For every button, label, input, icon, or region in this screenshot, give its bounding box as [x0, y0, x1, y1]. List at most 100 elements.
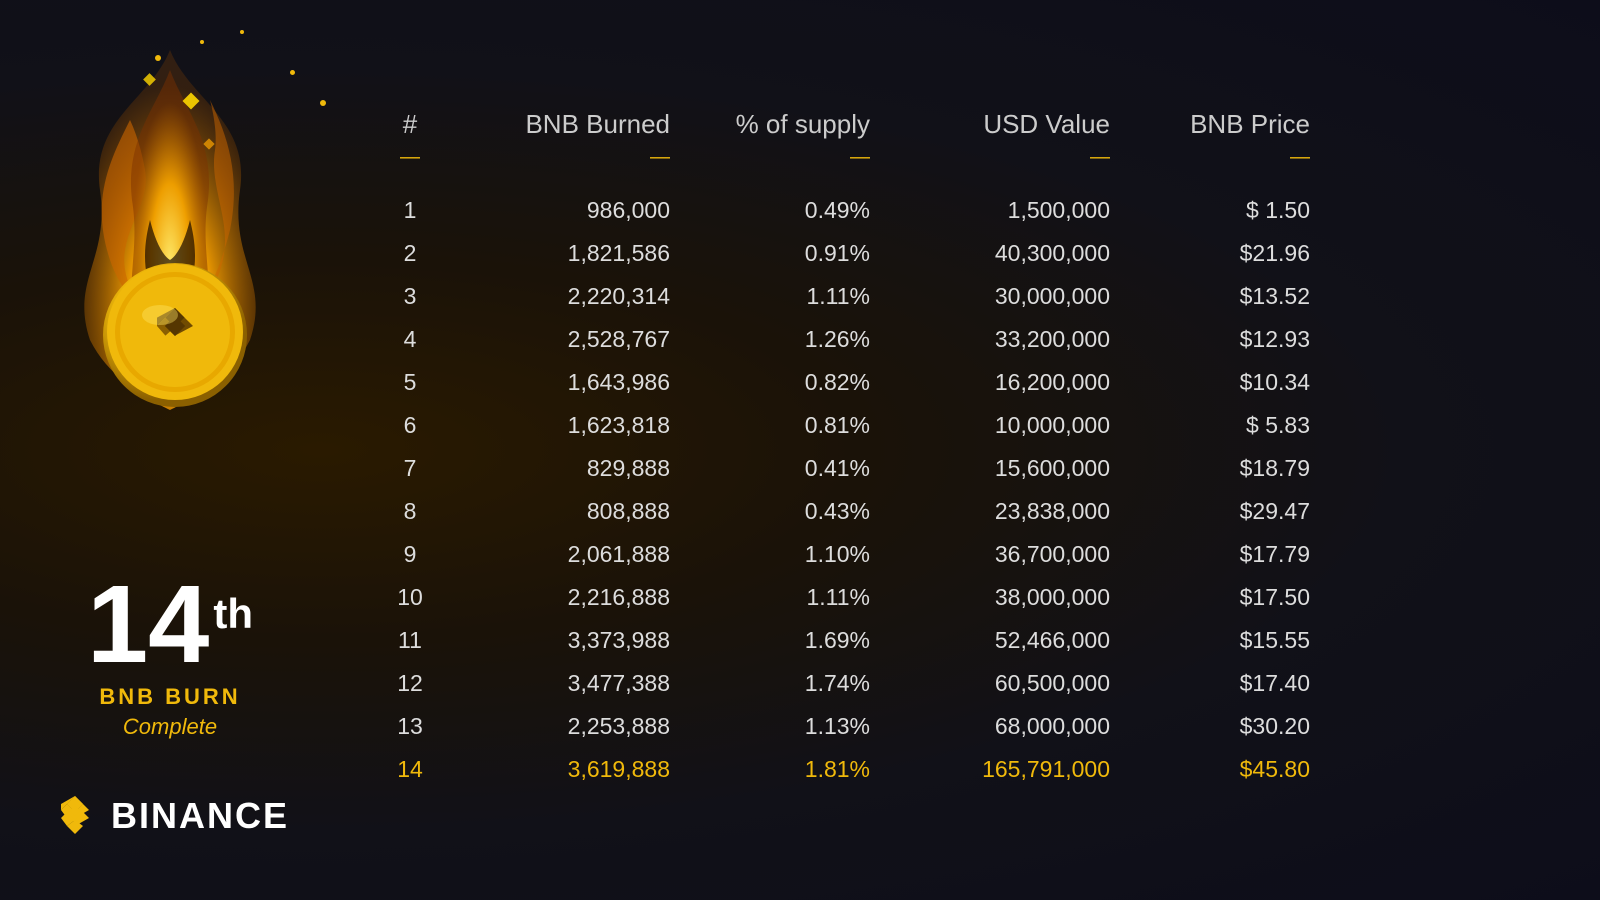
table-cell: 0.43% [680, 496, 880, 527]
table-cell: 0.91% [680, 238, 880, 269]
table-header: # BNB Burned % of supply USD Value BNB P… [360, 109, 1540, 140]
table-cell: 10 [360, 582, 460, 613]
table-cell: $45.80 [1120, 754, 1320, 785]
table-row: 7829,8880.41%15,600,000$18.79 [360, 447, 1540, 490]
table-cell: 3 [360, 281, 460, 312]
bnb-burn-info: 14 th BNB BURN Complete [0, 570, 340, 740]
table-cell: 6 [360, 410, 460, 441]
table-row: 143,619,8881.81%165,791,000$45.80 [360, 748, 1540, 791]
table-cell: 1.26% [680, 324, 880, 355]
flame-area [0, 20, 340, 440]
table-cell: 33,200,000 [880, 324, 1120, 355]
table-row: 42,528,7671.26%33,200,000$12.93 [360, 318, 1540, 361]
table-row: 123,477,3881.74%60,500,000$17.40 [360, 662, 1540, 705]
div-1: — [460, 146, 680, 169]
table-cell: 165,791,000 [880, 754, 1120, 785]
burn-number: 14 [87, 570, 209, 680]
table-cell: 60,500,000 [880, 668, 1120, 699]
table-cell: 10,000,000 [880, 410, 1120, 441]
table-cell: 1,643,986 [460, 367, 680, 398]
table-cell: 1.81% [680, 754, 880, 785]
table-cell: $29.47 [1120, 496, 1320, 527]
table-cell: 68,000,000 [880, 711, 1120, 742]
header-num: # [360, 109, 460, 140]
table-cell: 52,466,000 [880, 625, 1120, 656]
right-panel: # BNB Burned % of supply USD Value BNB P… [340, 0, 1600, 900]
header-price: BNB Price [1120, 109, 1320, 140]
table-cell: 0.41% [680, 453, 880, 484]
table-row: 8808,8880.43%23,838,000$29.47 [360, 490, 1540, 533]
left-panel: 14 th BNB BURN Complete BINANCE [0, 0, 340, 900]
table-cell: 0.81% [680, 410, 880, 441]
table-cell: 36,700,000 [880, 539, 1120, 570]
table-cell: $17.79 [1120, 539, 1320, 570]
binance-text: BINANCE [111, 795, 289, 837]
table-cell: 1.74% [680, 668, 880, 699]
table-cell: 3,373,988 [460, 625, 680, 656]
burn-label: BNB BURN [0, 684, 340, 710]
table-cell: 30,000,000 [880, 281, 1120, 312]
table-cell: 808,888 [460, 496, 680, 527]
table-cell: $10.34 [1120, 367, 1320, 398]
table-cell: 1,821,586 [460, 238, 680, 269]
table-cell: 8 [360, 496, 460, 527]
div-2: — [680, 146, 880, 169]
table-cell: 13 [360, 711, 460, 742]
table-cell: $15.55 [1120, 625, 1320, 656]
burn-number-display: 14 th [0, 570, 340, 680]
table-cell: 16,200,000 [880, 367, 1120, 398]
table-row: 92,061,8881.10%36,700,000$17.79 [360, 533, 1540, 576]
table-cell: $18.79 [1120, 453, 1320, 484]
table-row: 61,623,8180.81%10,000,000$ 5.83 [360, 404, 1540, 447]
table-cell: 2,253,888 [460, 711, 680, 742]
table-cell: $17.40 [1120, 668, 1320, 699]
table-cell: $13.52 [1120, 281, 1320, 312]
div-4: — [1120, 146, 1320, 169]
table-row: 113,373,9881.69%52,466,000$15.55 [360, 619, 1540, 662]
table-cell: $12.93 [1120, 324, 1320, 355]
table-row: 132,253,8881.13%68,000,000$30.20 [360, 705, 1540, 748]
header-usd: USD Value [880, 109, 1120, 140]
table-row: 1986,0000.49%1,500,000$ 1.50 [360, 189, 1540, 232]
binance-icon [51, 792, 99, 840]
table-cell: 1,623,818 [460, 410, 680, 441]
table-cell: $21.96 [1120, 238, 1320, 269]
header-burned: BNB Burned [460, 109, 680, 140]
table-cell: 2,528,767 [460, 324, 680, 355]
table-cell: 2 [360, 238, 460, 269]
table-cell: 2,216,888 [460, 582, 680, 613]
table-cell: 9 [360, 539, 460, 570]
table-cell: 1.11% [680, 582, 880, 613]
table-cell: $ 1.50 [1120, 195, 1320, 226]
table-cell: 5 [360, 367, 460, 398]
table-cell: 1.11% [680, 281, 880, 312]
table-cell: $17.50 [1120, 582, 1320, 613]
table-cell: 0.82% [680, 367, 880, 398]
table-cell: 0.49% [680, 195, 880, 226]
table-body: 1986,0000.49%1,500,000$ 1.5021,821,5860.… [360, 189, 1540, 791]
header-supply: % of supply [680, 109, 880, 140]
table-cell: 40,300,000 [880, 238, 1120, 269]
table-cell: $30.20 [1120, 711, 1320, 742]
table-cell: $ 5.83 [1120, 410, 1320, 441]
div-3: — [880, 146, 1120, 169]
table-cell: 829,888 [460, 453, 680, 484]
table-cell: 2,220,314 [460, 281, 680, 312]
table-cell: 15,600,000 [880, 453, 1120, 484]
table-row: 51,643,9860.82%16,200,000$10.34 [360, 361, 1540, 404]
data-table: # BNB Burned % of supply USD Value BNB P… [360, 109, 1540, 791]
table-cell: 38,000,000 [880, 582, 1120, 613]
table-cell: 7 [360, 453, 460, 484]
flame-icon [30, 40, 310, 420]
table-cell: 3,477,388 [460, 668, 680, 699]
table-row: 21,821,5860.91%40,300,000$21.96 [360, 232, 1540, 275]
table-cell: 12 [360, 668, 460, 699]
table-cell: 1.10% [680, 539, 880, 570]
table-cell: 2,061,888 [460, 539, 680, 570]
table-cell: 1.13% [680, 711, 880, 742]
table-cell: 4 [360, 324, 460, 355]
table-cell: 1 [360, 195, 460, 226]
table-cell: 986,000 [460, 195, 680, 226]
main-container: 14 th BNB BURN Complete BINANCE [0, 0, 1600, 900]
burn-suffix: th [213, 590, 253, 638]
